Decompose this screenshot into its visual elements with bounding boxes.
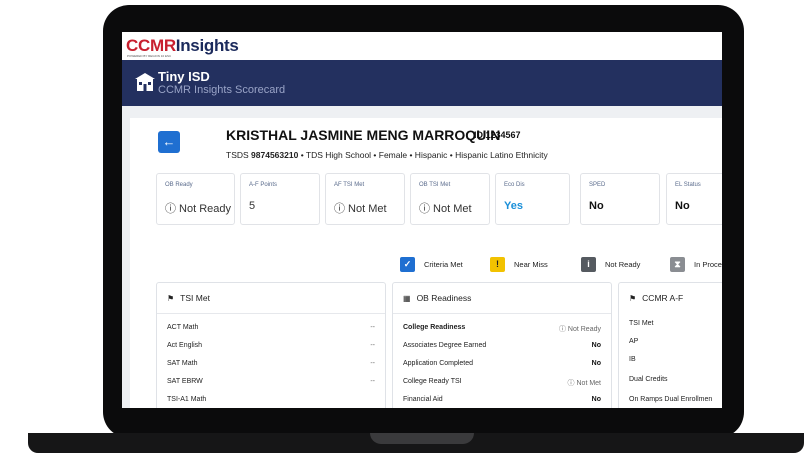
table-row: SAT EBRW --	[167, 378, 375, 385]
panel-ob-readiness: ▦ OB Readiness College Readiness ⓘ Not Rea…	[392, 282, 612, 408]
table-row: Application Completed No	[403, 360, 601, 367]
stat-label: EL Status	[675, 182, 701, 188]
table-row: Financial Aid No	[403, 396, 601, 403]
table-row: IB	[629, 356, 636, 363]
table-row: Act English --	[167, 342, 375, 349]
stat-value: Yes	[504, 200, 523, 212]
table-icon: ▦	[403, 294, 411, 303]
panel-title: ⚑ CCMR A-F	[629, 293, 684, 303]
divider	[157, 313, 385, 314]
stat-value: 5	[249, 200, 256, 212]
panel-title: ⚑ TSI Met	[167, 293, 210, 303]
stat-value: No	[675, 200, 690, 212]
stat-value: ⓘ Not Met	[419, 203, 472, 215]
school-building-icon	[135, 73, 155, 91]
stat-eco-dis: Eco Dis Yes	[495, 173, 570, 225]
info-icon: i	[581, 257, 596, 272]
student-card: ← KRISTHAL JASMINE MENG MARROQUIN ID 123…	[130, 118, 722, 408]
warning-icon: !	[490, 257, 505, 272]
stat-ob-tsi-met: OB TSI Met ⓘ Not Met	[410, 173, 490, 225]
divider	[393, 313, 611, 314]
stat-value: No	[589, 200, 604, 212]
stat-label: A-F Points	[249, 182, 278, 188]
panel-ccmr-af: ⚑ CCMR A-F TSI Met AP IB Dual Credits On …	[618, 282, 722, 408]
table-row: Associates Degree Earned No	[403, 342, 601, 349]
top-bar: CCMRInsights POWERED BY REGION 10 ESC	[122, 32, 722, 60]
hourglass-icon: ⧗	[670, 257, 685, 272]
table-row: AP	[629, 338, 639, 345]
district-name: Tiny ISD	[158, 69, 210, 84]
scorecard-title: CCMR Insights Scorecard	[158, 84, 286, 96]
app-logo[interactable]: CCMRInsights	[126, 36, 239, 56]
stat-af-points: A-F Points 5	[240, 173, 320, 225]
stat-ob-ready: OB Ready ⓘ Not Ready	[156, 173, 235, 225]
table-row: College Readiness ⓘ Not Ready	[403, 324, 601, 333]
district-banner: Tiny ISD CCMR Insights Scorecard	[122, 60, 722, 106]
table-row: TSI Met	[629, 320, 654, 327]
student-name: KRISTHAL JASMINE MENG MARROQUIN	[226, 127, 501, 143]
student-details: TSDS 9874563210 • TDS High School • Fema…	[226, 150, 548, 160]
logo-tagline: POWERED BY REGION 10 ESC	[127, 54, 172, 58]
stat-label: SPED	[589, 182, 606, 188]
stat-af-tsi-met: AF TSI Met ⓘ Not Met	[325, 173, 405, 225]
student-id: ID 1234567	[474, 130, 521, 140]
stat-value: ⓘ Not Met	[334, 203, 387, 215]
table-row: ACT Math --	[167, 324, 375, 331]
table-row: On Ramps Dual Enrollmen	[629, 396, 713, 403]
table-row: TSI-A1 Math	[167, 396, 207, 403]
panel-tsi-met: ⚑ TSI Met ACT Math -- Act English -- SAT Ma…	[156, 282, 386, 408]
check-icon: ✓	[400, 257, 415, 272]
stat-value: ⓘ Not Ready	[165, 203, 232, 215]
laptop-notch	[370, 433, 474, 444]
flag-icon: ⚑	[167, 294, 175, 303]
table-row: SAT Math --	[167, 360, 375, 367]
stat-sped: SPED No	[580, 173, 660, 225]
table-row: College Ready TSI ⓘ Not Met	[403, 378, 601, 387]
flag-icon: ⚑	[629, 294, 637, 303]
app-screen: CCMRInsights POWERED BY REGION 10 ESC Ti…	[122, 32, 722, 408]
arrow-left-icon: ←	[162, 134, 176, 149]
stat-el-status: EL Status No	[666, 173, 722, 225]
tsds-number: 9874563210	[251, 150, 299, 160]
stat-label: OB TSI Met	[419, 182, 451, 188]
back-button[interactable]: ←	[158, 131, 180, 153]
student-demographics: • TDS High School • Female • Hispanic • …	[298, 150, 548, 160]
table-row: Dual Credits	[629, 376, 668, 383]
stat-label: OB Ready	[165, 182, 193, 188]
stat-label: AF TSI Met	[334, 182, 365, 188]
tsds-label: TSDS	[226, 150, 249, 160]
panel-title: ▦ OB Readiness	[403, 293, 472, 303]
stat-label: Eco Dis	[504, 182, 525, 188]
